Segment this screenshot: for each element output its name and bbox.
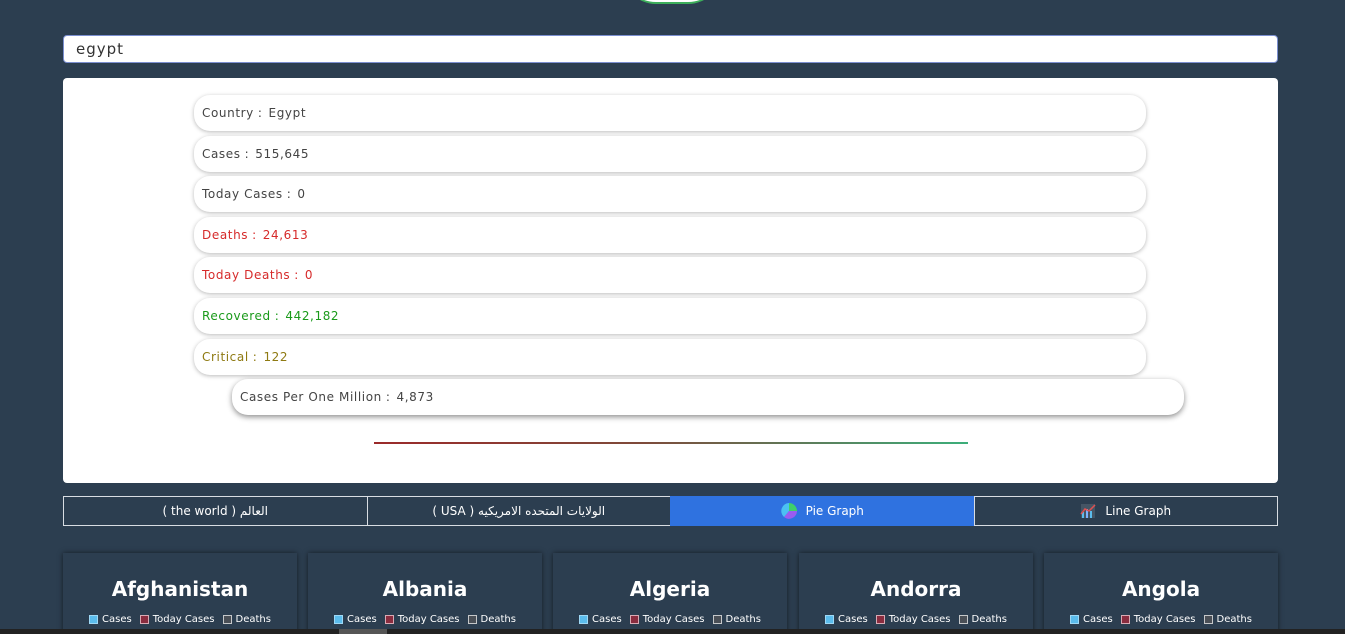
legend-cases[interactable]: Cases	[334, 614, 377, 625]
chart-legend: Cases Today Cases Deaths	[63, 614, 297, 625]
country-card[interactable]: Algeria Cases Today Cases Deaths	[553, 553, 787, 634]
scrollbar-thumb[interactable]	[339, 629, 387, 634]
country-card-title: Afghanistan	[111, 577, 249, 601]
gradient-divider	[374, 442, 968, 444]
stat-cases-per-million-value: 4,873	[396, 390, 434, 404]
legend-today-cases[interactable]: Today Cases	[384, 614, 460, 625]
chart-legend: Cases Today Cases Deaths	[308, 614, 542, 625]
stat-cases-per-million: Cases Per One Million:4,873	[232, 379, 1184, 415]
legend-deaths[interactable]: Deaths	[222, 614, 271, 625]
country-stats-panel: Country: Egypt Cases:515,645 Today Cases:…	[63, 78, 1278, 483]
country-card[interactable]: Andorra Cases Today Cases Deaths	[799, 553, 1033, 634]
line-chart-icon	[1080, 503, 1096, 519]
legend-cases[interactable]: Cases	[825, 614, 868, 625]
stat-deaths-value: 24,613	[262, 228, 309, 242]
country-card-title: Angola	[1121, 577, 1201, 601]
country-cards: Afghanistan Cases Today Cases Deaths Alb…	[63, 553, 1278, 634]
legend-today-cases[interactable]: Today Cases	[1120, 614, 1196, 625]
country-card[interactable]: Albania Cases Today Cases Deaths	[308, 553, 542, 634]
stat-critical: Critical:122	[194, 339, 1146, 375]
legend-today-cases[interactable]: Today Cases	[139, 614, 215, 625]
country-card-title: Albania	[382, 577, 468, 601]
legend-cases[interactable]: Cases	[89, 614, 132, 625]
legend-deaths[interactable]: Deaths	[467, 614, 516, 625]
stat-critical-value: 122	[263, 350, 289, 364]
tab-pie-graph[interactable]: Pie Graph	[670, 496, 975, 526]
stat-country: Country: Egypt	[194, 95, 1146, 131]
legend-deaths[interactable]: Deaths	[712, 614, 761, 625]
tab-line-graph[interactable]: Line Graph	[973, 496, 1278, 526]
country-card-title: Algeria	[629, 577, 711, 601]
tab-usa[interactable]: الولايات المتحده الامريكيه ( USA )	[366, 496, 671, 526]
stat-cases-value: 515,645	[255, 147, 310, 161]
legend-deaths[interactable]: Deaths	[1203, 614, 1252, 625]
stat-cases: Cases:515,645	[194, 136, 1146, 172]
stat-country-value: Egypt	[268, 106, 307, 120]
stat-recovered: Recovered:442,182	[194, 298, 1146, 334]
logo	[622, 0, 722, 4]
legend-cases[interactable]: Cases	[579, 614, 622, 625]
chart-legend: Cases Today Cases Deaths	[1044, 614, 1278, 625]
chart-legend: Cases Today Cases Deaths	[553, 614, 787, 625]
stat-today-deaths-value: 0	[304, 268, 314, 282]
stat-deaths: Deaths:24,613	[194, 217, 1146, 253]
stat-today-cases: Today Cases:0	[194, 176, 1146, 212]
country-card[interactable]: Afghanistan Cases Today Cases Deaths	[63, 553, 297, 634]
legend-cases[interactable]: Cases	[1070, 614, 1113, 625]
tab-world[interactable]: العالم ( the world )	[63, 496, 368, 526]
stat-today-cases-value: 0	[297, 187, 306, 201]
horizontal-scrollbar[interactable]	[0, 629, 1345, 634]
search-input[interactable]	[63, 35, 1278, 63]
country-card-title: Andorra	[870, 577, 962, 601]
legend-today-cases[interactable]: Today Cases	[875, 614, 951, 625]
pie-chart-icon	[780, 503, 797, 519]
country-card[interactable]: Angola Cases Today Cases Deaths	[1044, 553, 1278, 634]
stat-recovered-value: 442,182	[285, 309, 340, 323]
legend-deaths[interactable]: Deaths	[958, 614, 1007, 625]
view-tabs: العالم ( the world ) الولايات المتحده ال…	[63, 496, 1278, 526]
legend-today-cases[interactable]: Today Cases	[629, 614, 705, 625]
chart-legend: Cases Today Cases Deaths	[799, 614, 1033, 625]
stat-today-deaths: Today Deaths:0	[194, 257, 1146, 293]
